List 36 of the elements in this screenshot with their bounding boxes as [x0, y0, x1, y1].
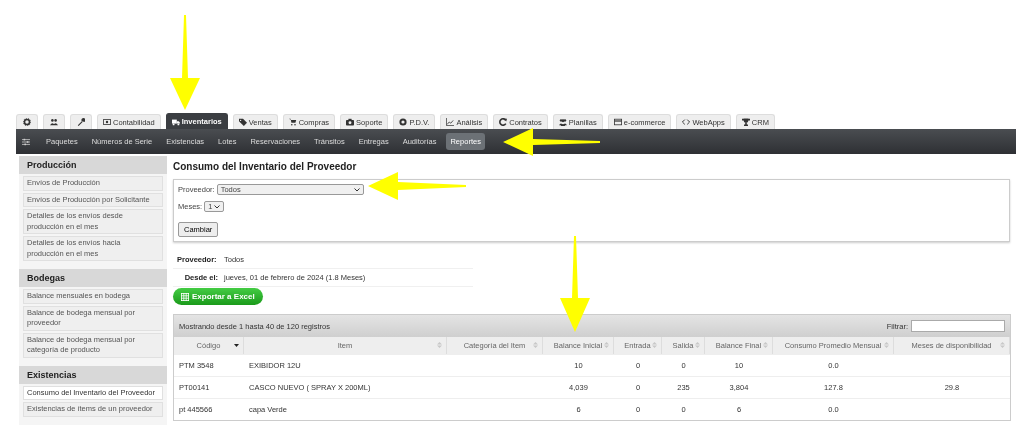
refresh-icon	[499, 118, 508, 126]
sort-icon	[437, 342, 442, 348]
page-title: Consumo del Inventario del Proveedor	[173, 161, 358, 172]
money-icon	[103, 118, 111, 126]
wrench-icon	[77, 118, 85, 126]
code-icon	[682, 118, 691, 126]
sort-icon	[695, 342, 700, 348]
sort-icon	[533, 342, 538, 348]
users-icon	[50, 118, 58, 126]
sliders-icon	[22, 137, 30, 146]
sidebar-heading: Producción	[19, 156, 167, 174]
chevron-down-icon	[353, 187, 360, 192]
cart-icon	[288, 118, 297, 126]
settings-icon	[23, 118, 31, 126]
sort-icon	[1000, 342, 1005, 348]
chevron-down-icon	[214, 204, 221, 209]
line-chart-icon	[446, 118, 455, 126]
sort-icon	[884, 342, 889, 348]
users-icon	[558, 118, 567, 126]
truck-icon	[171, 117, 180, 126]
tag-icon	[238, 118, 247, 126]
camera-icon	[346, 118, 355, 126]
nav-tab[interactable]	[70, 114, 92, 129]
nav-tab[interactable]	[16, 114, 38, 129]
sidebar-heading: Existencias	[19, 365, 167, 384]
filter-field[interactable]	[911, 320, 1005, 332]
table-icon	[181, 292, 189, 301]
disc-icon	[399, 118, 408, 126]
sort-icon	[652, 342, 657, 348]
nav-tab[interactable]	[43, 114, 65, 129]
trophy-icon	[741, 118, 750, 126]
sort-icon	[763, 342, 768, 348]
sort-icon	[604, 342, 609, 348]
credit-card-icon	[613, 118, 622, 126]
sort-descending-icon	[234, 342, 239, 348]
sidebar-heading: Bodegas	[19, 269, 167, 287]
